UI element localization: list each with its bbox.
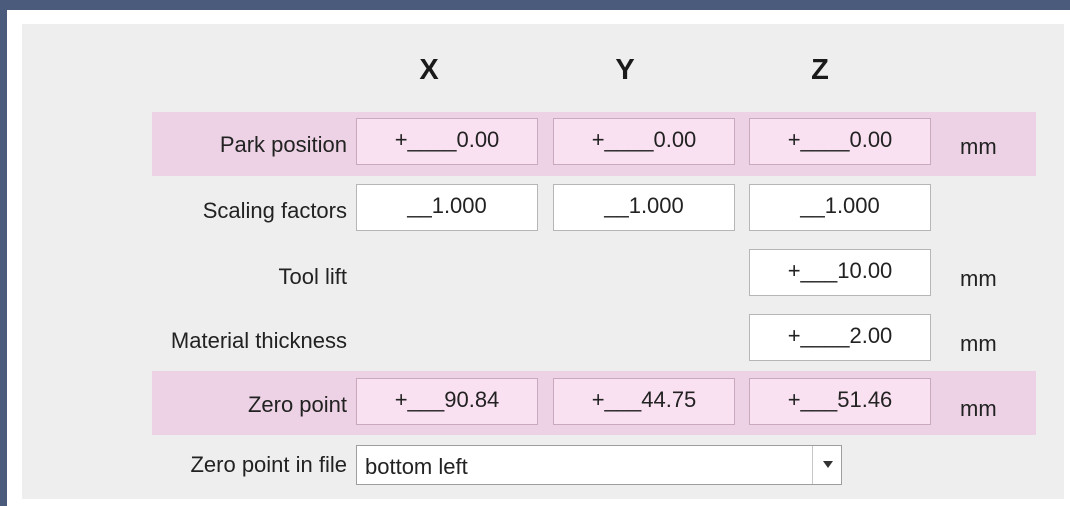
settings-grid: X Y Z Park position +____0.00 +____0.00 … [22,24,1064,499]
zero-point-y-field[interactable]: +___44.75 [553,378,735,425]
zero-point-x-field[interactable]: +___90.84 [356,378,538,425]
tool-lift-label: Tool lift [278,264,347,289]
park-position-z-field[interactable]: +____0.00 [749,118,931,165]
tool-lift-z-field[interactable]: +___10.00 [749,249,931,296]
scaling-factors-z-field[interactable]: __1.000 [749,184,931,231]
material-thickness-z-field[interactable]: +____2.00 [749,314,931,361]
park-position-unit: mm [960,134,997,159]
zero-point-unit: mm [960,396,997,421]
park-position-label: Park position [219,132,347,157]
zero-point-label: Zero point [247,392,347,417]
scaling-factors-y-field[interactable]: __1.000 [553,184,735,231]
tool-lift-unit: mm [960,266,997,291]
park-position-y-field[interactable]: +____0.00 [553,118,735,165]
scaling-factors-label: Scaling factors [202,198,347,223]
column-header-z: Z [811,54,829,86]
material-thickness-unit: mm [960,331,997,356]
column-header-x: X [419,54,439,86]
zero-point-in-file-value: bottom left [365,454,468,479]
zero-point-in-file-label: Zero point in file [190,452,347,477]
settings-panel: X Y Z Park position +____0.00 +____0.00 … [7,10,1070,506]
chevron-down-icon[interactable] [823,461,833,468]
material-thickness-label: Material thickness [170,328,347,353]
select-divider [812,446,813,484]
zero-point-in-file-select[interactable]: bottom left [356,445,842,485]
scaling-factors-x-field[interactable]: __1.000 [356,184,538,231]
zero-point-z-field[interactable]: +___51.46 [749,378,931,425]
column-header-y: Y [615,54,635,86]
park-position-x-field[interactable]: +____0.00 [356,118,538,165]
